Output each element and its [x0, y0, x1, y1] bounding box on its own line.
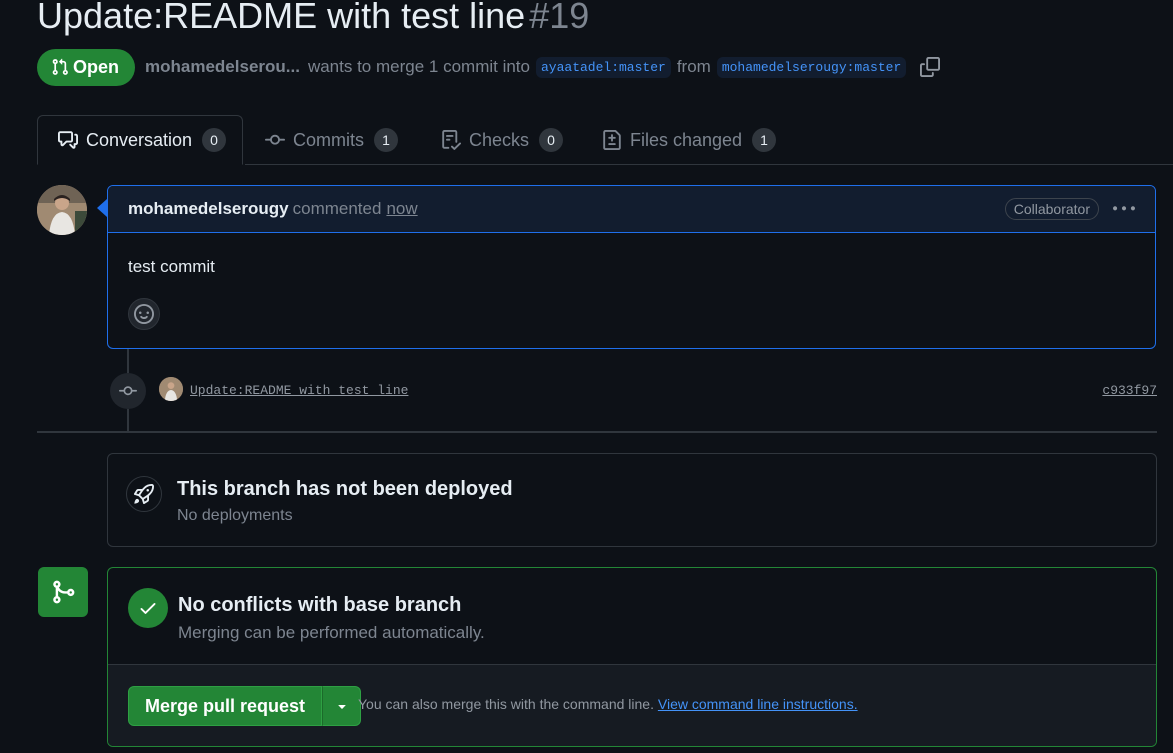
tab-conversation[interactable]: Conversation 0 [37, 115, 243, 165]
merge-status-title: No conflicts with base branch [178, 594, 462, 616]
tab-commits[interactable]: Commits 1 [265, 115, 398, 165]
commit-message-link[interactable]: Update:README with test line [190, 383, 408, 398]
tab-checks-counter: 0 [539, 128, 564, 152]
file-diff-icon [602, 130, 622, 150]
git-commit-icon [265, 130, 285, 150]
tab-conversation-counter: 0 [202, 128, 227, 152]
timeline-line [127, 409, 129, 431]
merge-text: wants to merge 1 commit into [307, 57, 530, 76]
comment-header: mohamedelserougy commented now Collabora… [108, 186, 1155, 233]
copy-icon [920, 57, 941, 77]
avatar[interactable] [37, 185, 87, 235]
pr-number: #19 [529, 0, 590, 36]
state-label: Open [73, 56, 120, 77]
smiley-icon [134, 304, 154, 324]
triangle-down-icon [337, 705, 346, 709]
timeline-line [127, 349, 129, 373]
comment-options-button[interactable] [1113, 198, 1135, 220]
deployment-subtitle: No deployments [177, 507, 293, 524]
head-branch-link[interactable]: mohamedelserougy:master [716, 56, 907, 78]
deployment-status-box: This branch has not been deployed No dep… [107, 453, 1157, 547]
pr-author-link[interactable]: mohamedelserou... [145, 57, 300, 77]
commit-author-avatar[interactable] [159, 377, 183, 401]
merge-hint: You can also merge this with the command… [358, 696, 858, 712]
merge-pull-request-button[interactable]: Merge pull request [128, 686, 323, 726]
comment-discussion-icon [58, 130, 78, 150]
tab-files-changed-label: Files changed [630, 129, 743, 150]
tab-commits-counter: 1 [374, 128, 398, 152]
tab-files-changed[interactable]: Files changed 1 [602, 115, 777, 165]
comment-caret [97, 199, 107, 217]
merge-hint-text: You can also merge this with the command… [358, 696, 654, 712]
timeline-divider [37, 431, 1157, 433]
check-icon [128, 588, 168, 628]
tab-checks-label: Checks [469, 129, 530, 150]
copy-branch-button[interactable] [920, 57, 941, 77]
command-line-instructions-link[interactable]: View command line instructions. [658, 696, 858, 712]
tab-conversation-label: Conversation [86, 129, 193, 150]
tab-commits-label: Commits [293, 129, 364, 150]
comment-box: mohamedelserougy commented now Collabora… [107, 185, 1156, 349]
git-commit-icon [119, 386, 137, 396]
base-branch-link[interactable]: ayaatadel:master [535, 56, 671, 78]
role-badge: Collaborator [1004, 198, 1099, 220]
pull-request-icon [52, 58, 68, 75]
pr-title: Update:README with test line #19 [37, 0, 589, 38]
comment-author-link[interactable]: mohamedelserougy [128, 199, 289, 219]
deployment-title: This branch has not been deployed [177, 478, 513, 500]
from-text: from [676, 57, 711, 76]
rocket-icon [126, 476, 162, 512]
tab-checks[interactable]: Checks 0 [441, 115, 564, 165]
comment-verb: commented [292, 199, 382, 218]
pr-tabs: Conversation 0 Commits 1 Checks 0 Files … [0, 115, 1173, 165]
merge-method-dropdown[interactable] [322, 686, 362, 726]
pr-title-text: Update:README with test line [37, 0, 526, 36]
merge-button-group: Merge pull request [128, 686, 362, 726]
tab-files-changed-counter: 1 [752, 128, 777, 152]
comment-body: test commit [128, 257, 215, 276]
comment-timestamp-link[interactable]: now [386, 199, 417, 219]
pr-meta-row: Open mohamedelserou... wants to merge 1 … [37, 48, 941, 86]
checklist-icon [441, 130, 461, 150]
git-merge-icon [38, 567, 88, 617]
merge-status-subtitle: Merging can be performed automatically. [178, 623, 485, 642]
merge-footer: Merge pull request You can also merge th… [108, 664, 1156, 746]
add-reaction-button[interactable] [128, 298, 160, 330]
commit-sha-link[interactable]: c933f97 [1102, 383, 1157, 398]
kebab-horizontal-icon [1113, 206, 1135, 211]
merge-box: No conflicts with base branch Merging ca… [107, 567, 1157, 747]
state-badge: Open [37, 48, 136, 86]
commit-node [110, 373, 146, 409]
